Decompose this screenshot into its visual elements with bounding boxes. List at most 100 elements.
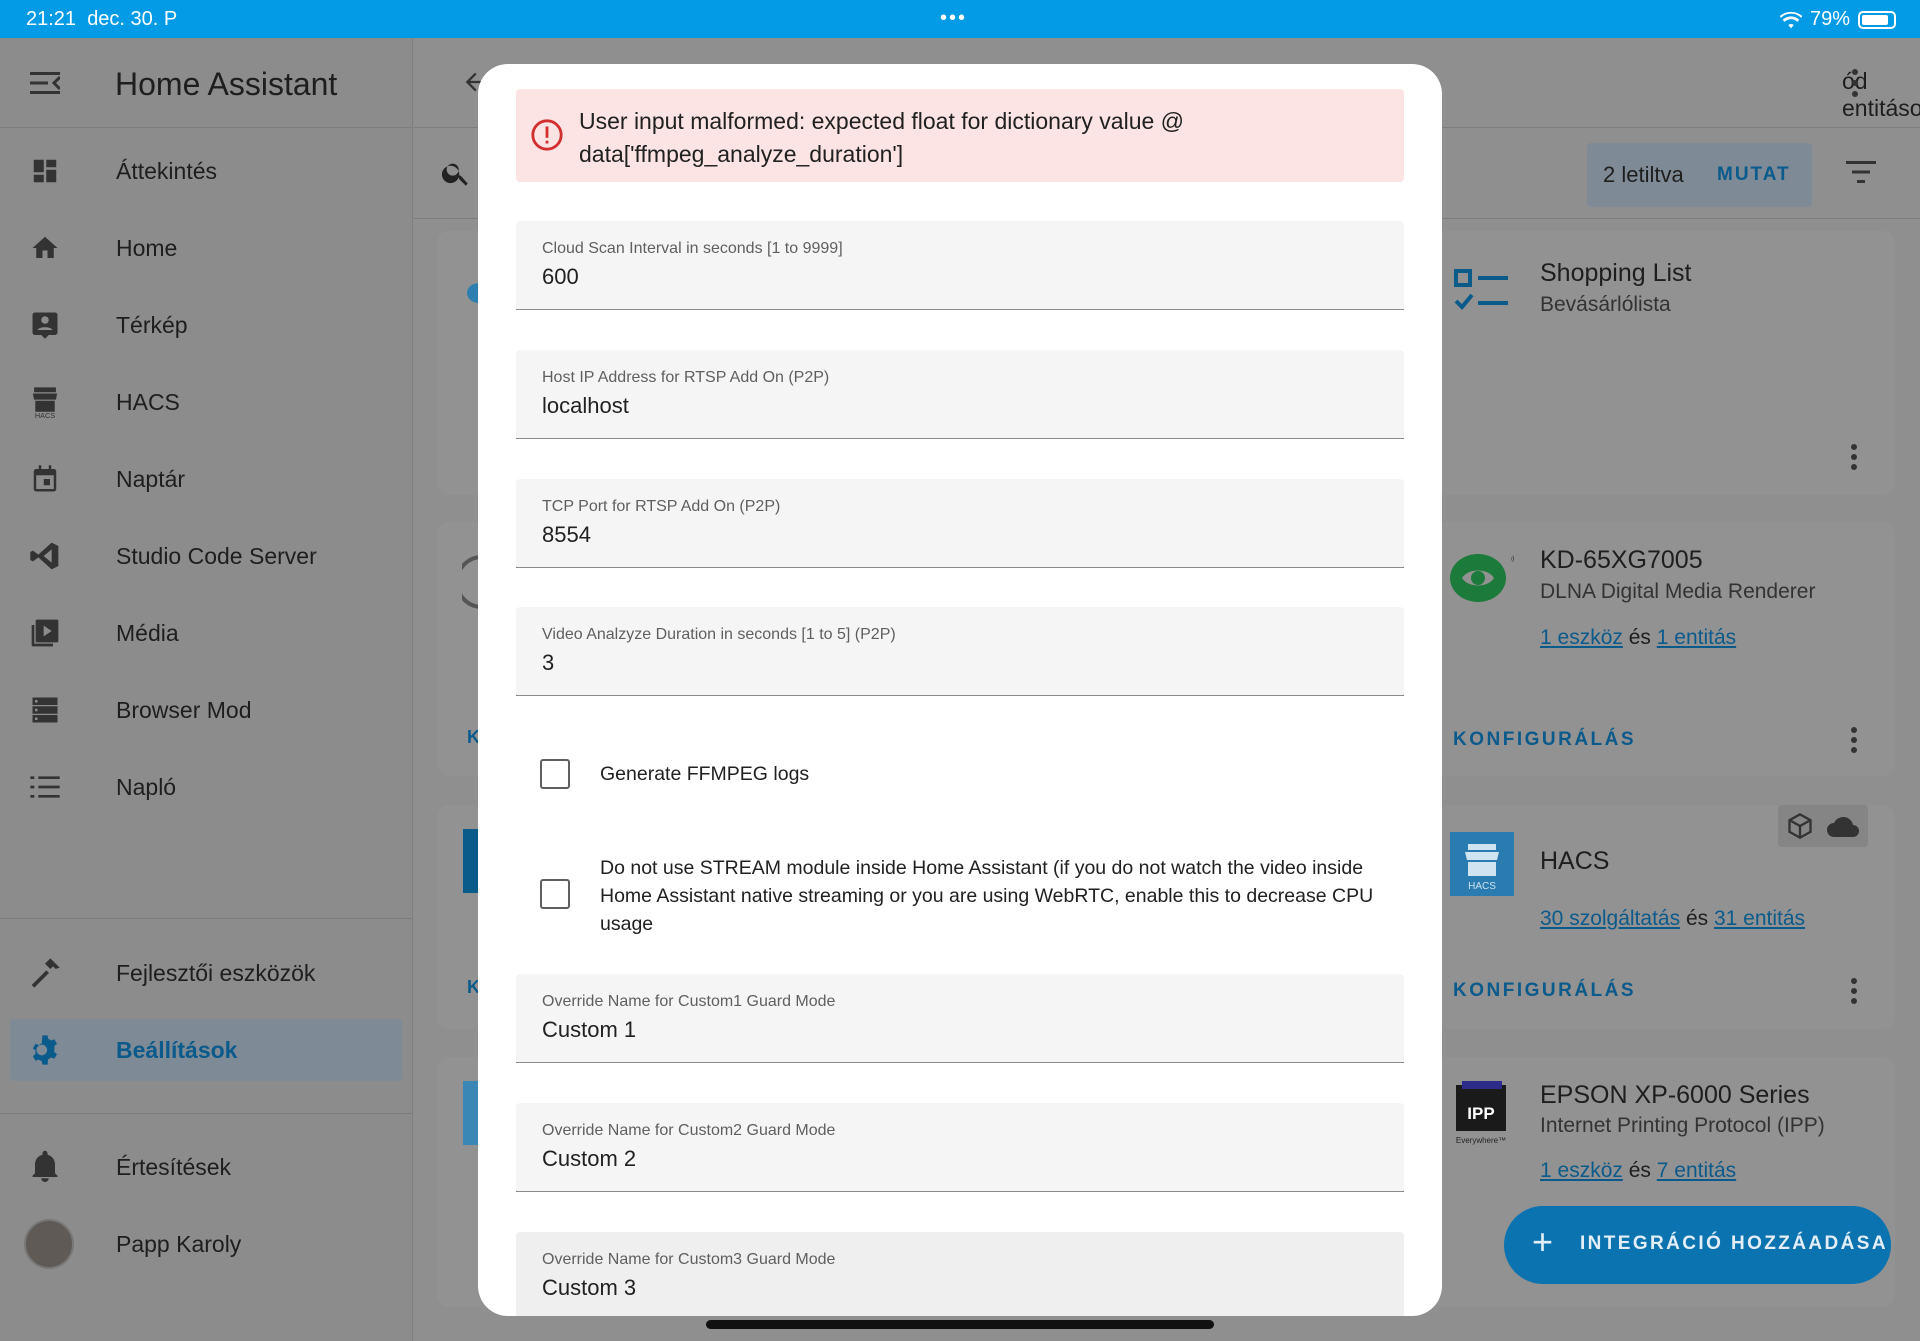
sidebar-item-label: Fejlesztői eszközök <box>116 960 316 986</box>
configure-button[interactable]: KONFIGURÁLÁS <box>1453 729 1636 751</box>
services-link[interactable]: 30 szolgáltatás <box>1540 907 1680 930</box>
bell-icon <box>28 1150 62 1184</box>
field-label: Cloud Scan Interval in seconds [1 to 999… <box>542 240 843 257</box>
custom2-name-field[interactable]: Override Name for Custom2 Guard Mode <box>516 1103 1404 1192</box>
video-analyze-duration-field[interactable]: Video Analzyze Duration in seconds [1 to… <box>516 607 1404 696</box>
status-time: 21:21 dec. 30. P <box>26 8 178 30</box>
host-ip-field[interactable]: Host IP Address for RTSP Add On (P2P) <box>516 350 1404 439</box>
card-title: Shopping List <box>1540 259 1692 287</box>
disable-stream-checkbox[interactable] <box>540 879 570 909</box>
sidebar-item-label: Browser Mod <box>116 697 252 723</box>
sidebar-item-label: HACS <box>116 389 180 415</box>
dashboard-icon <box>28 154 62 188</box>
map-icon <box>28 308 62 342</box>
error-icon <box>531 119 563 151</box>
sidebar-item-label: Áttekintés <box>116 158 217 184</box>
hacs-logo-icon: HACS <box>1450 832 1514 896</box>
show-button[interactable]: MUTAT <box>1717 164 1791 186</box>
sidebar-item-developer-tools[interactable]: Fejlesztői eszközök <box>10 942 402 1004</box>
sidebar-item-notifications[interactable]: Értesítések <box>10 1136 402 1198</box>
options-dialog: User input malformed: expected float for… <box>478 64 1442 1316</box>
multitask-dots-icon[interactable]: ••• <box>940 7 967 30</box>
list-icon <box>28 770 62 804</box>
sidebar-item-home[interactable]: Home <box>10 217 402 279</box>
configure-button[interactable]: KONFIGURÁLÁS <box>1453 980 1636 1002</box>
sidebar-item-studio-code-server[interactable]: Studio Code Server <box>10 525 402 587</box>
sidebar-item-media[interactable]: Média <box>10 602 402 664</box>
more-vert-icon[interactable] <box>1850 444 1858 470</box>
custom3-name-field[interactable]: Override Name for Custom3 Guard Mode <box>516 1232 1404 1316</box>
sidebar-item-label: Naptár <box>116 466 186 492</box>
field-label: TCP Port for RTSP Add On (P2P) <box>542 498 781 515</box>
card-title: HACS <box>1540 847 1610 875</box>
sidebar-item-overview[interactable]: Áttekintés <box>10 140 402 202</box>
sidebar-title: Home Assistant <box>115 66 338 102</box>
disable-stream-label: Do not use STREAM module inside Home Ass… <box>600 857 1374 935</box>
more-vert-icon[interactable] <box>1850 978 1858 1004</box>
host-ip-input[interactable] <box>542 390 1372 422</box>
video-analyze-duration-input[interactable] <box>542 647 1372 679</box>
card-title: EPSON XP-6000 Series <box>1540 1081 1810 1109</box>
sidebar-item-hacs[interactable]: HACS HACS <box>10 371 402 433</box>
more-vert-icon[interactable] <box>1850 727 1858 753</box>
cloud-scan-interval-field[interactable]: Cloud Scan Interval in seconds [1 to 999… <box>516 221 1404 310</box>
entities-link[interactable]: 1 entitás <box>1657 626 1736 649</box>
cloud-icon <box>1827 816 1859 837</box>
wifi-icon <box>1779 11 1802 28</box>
dlna-logo-icon: ® <box>1450 554 1514 602</box>
field-label: Video Analzyze Duration in seconds [1 to… <box>542 626 896 643</box>
checklist-icon <box>1454 269 1508 310</box>
battery-icon <box>1858 10 1896 29</box>
disabled-count: 2 letiltva <box>1603 162 1684 187</box>
svg-text:Everywhere™: Everywhere™ <box>1456 1136 1506 1145</box>
cloud-scan-interval-input[interactable] <box>542 261 1372 293</box>
entities-link[interactable]: 31 entitás <box>1714 907 1805 930</box>
integration-card-dlna[interactable]: ® KD-65XG7005 DLNA Digital Media Rendere… <box>1420 522 1895 776</box>
plus-icon: + <box>1532 1221 1554 1262</box>
integration-card-hacs[interactable]: HACS HACS 30 szolgáltatás és 31 entitás … <box>1420 805 1895 1029</box>
hammer-icon <box>28 956 62 990</box>
svg-text:HACS: HACS <box>35 411 55 419</box>
devices-link[interactable]: 1 eszköz <box>1540 626 1623 649</box>
card-subtitle: Internet Printing Protocol (IPP) <box>1540 1114 1825 1137</box>
entities-link[interactable]: 7 entitás <box>1657 1159 1736 1182</box>
disabled-filter-chip[interactable]: 2 letiltva MUTAT <box>1587 143 1812 207</box>
field-label: Override Name for Custom3 Guard Mode <box>542 1251 836 1268</box>
tcp-port-field[interactable]: TCP Port for RTSP Add On (P2P) <box>516 479 1404 568</box>
custom1-name-input[interactable] <box>542 1014 1372 1046</box>
sidebar-item-label: Értesítések <box>116 1154 232 1180</box>
devices-link[interactable]: 1 eszköz <box>1540 1159 1623 1182</box>
menu-open-icon[interactable] <box>30 72 60 94</box>
sidebar-item-settings[interactable]: Beállítások <box>10 1019 402 1081</box>
status-bar: 21:21 dec. 30. P ••• 79% <box>0 0 1920 38</box>
custom3-name-input[interactable] <box>542 1272 1372 1304</box>
svg-text:IPP: IPP <box>1467 1104 1494 1123</box>
sidebar-divider <box>0 1113 413 1114</box>
sidebar: Home Assistant Áttekintés Home Térkép HA… <box>0 38 413 1341</box>
more-vert-icon[interactable] <box>1851 68 1859 98</box>
sidebar-item-calendar[interactable]: Naptár <box>10 448 402 510</box>
custom2-name-input[interactable] <box>542 1143 1372 1175</box>
sidebar-item-profile[interactable]: Papp Karoly <box>10 1213 402 1275</box>
sidebar-item-map[interactable]: Térkép <box>10 294 402 356</box>
home-indicator[interactable] <box>706 1320 1214 1329</box>
card-subtitle: DLNA Digital Media Renderer <box>1540 580 1816 603</box>
tcp-port-input[interactable] <box>542 519 1372 551</box>
card-links: 1 eszköz és 1 entitás <box>1540 626 1737 649</box>
field-label: Host IP Address for RTSP Add On (P2P) <box>542 369 830 386</box>
ffmpeg-logs-checkbox[interactable] <box>540 759 570 789</box>
sidebar-item-logbook[interactable]: Napló <box>10 756 402 818</box>
add-integration-label: INTEGRÁCIÓ HOZZÁADÁSA <box>1580 1233 1888 1254</box>
error-message: User input malformed: expected float for… <box>579 108 1185 167</box>
add-integration-button[interactable]: + INTEGRÁCIÓ HOZZÁADÁSA <box>1504 1206 1891 1284</box>
cloud-icon <box>467 283 479 303</box>
vscode-icon <box>28 539 62 573</box>
search-icon[interactable] <box>440 157 472 189</box>
field-label: Override Name for Custom2 Guard Mode <box>542 1122 836 1139</box>
sidebar-item-browser-mod[interactable]: Browser Mod <box>10 679 402 741</box>
custom1-name-field[interactable]: Override Name for Custom1 Guard Mode <box>516 974 1404 1063</box>
integration-card-shopping-list[interactable]: Shopping List Bevásárlólista <box>1420 231 1895 495</box>
sidebar-item-label: Papp Karoly <box>116 1231 242 1257</box>
filter-icon[interactable] <box>1846 161 1876 183</box>
card-subtitle: Bevásárlólista <box>1540 293 1671 316</box>
